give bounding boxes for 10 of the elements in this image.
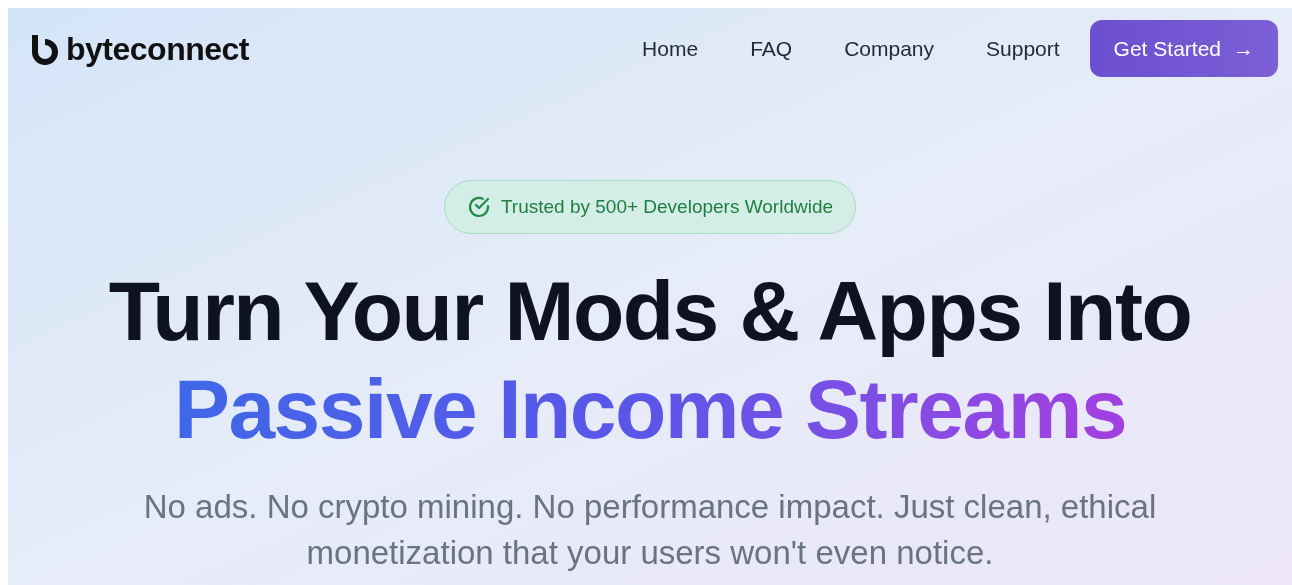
nav-link[interactable]: Support: [960, 32, 1086, 65]
check-circle-icon: [466, 195, 491, 219]
get-started-button[interactable]: Get Started →: [1089, 20, 1278, 77]
nav-link[interactable]: FAQ: [724, 32, 819, 65]
nav-link[interactable]: Home: [616, 32, 725, 65]
nav-link[interactable]: Company: [818, 32, 961, 65]
hero-subtitle: No ads. No crypto mining. No performance impact. Just clean, ethical monetization that your users won't even notice.: [142, 487, 1158, 573]
hero-title: Turn Your Mods & Apps Into: [108, 263, 1192, 360]
brand-name: byteconnect: [66, 29, 249, 69]
badge-text: Trusted by 500+ Developers Worldwide: [500, 194, 834, 219]
